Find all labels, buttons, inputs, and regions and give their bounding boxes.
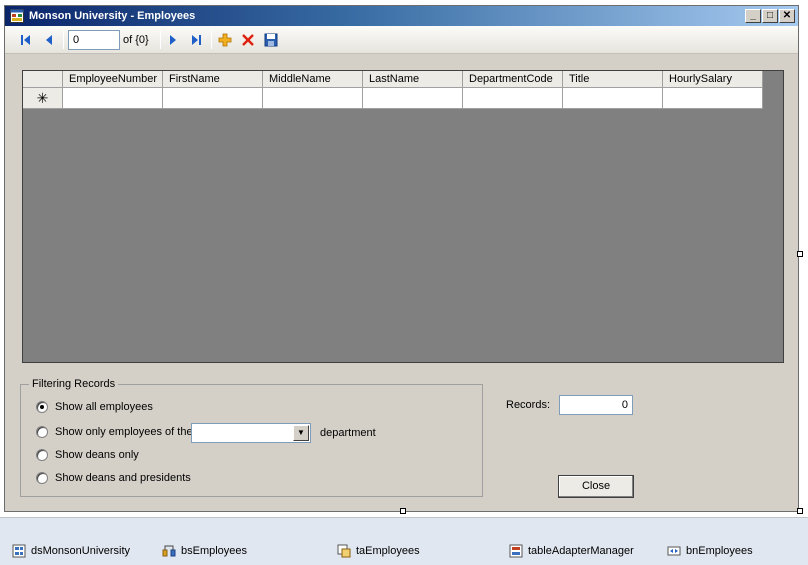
delete-icon[interactable] — [239, 31, 257, 49]
department-label: department — [320, 427, 376, 439]
resize-handle[interactable] — [400, 508, 406, 514]
tray-item-binding-navigator[interactable]: bnEmployees — [667, 544, 753, 558]
tray-item-dataset[interactable]: dsMonsonUniversity — [12, 544, 130, 558]
tray-item-label: taEmployees — [356, 545, 420, 557]
save-icon[interactable] — [262, 31, 280, 49]
radio-indicator[interactable] — [36, 426, 48, 438]
radio-show-department[interactable]: Show only employees of the — [36, 426, 193, 438]
records-textbox[interactable]: 0 — [559, 395, 633, 415]
radio-indicator[interactable] — [36, 401, 48, 413]
column-header[interactable]: HourlySalary — [663, 71, 763, 88]
column-header[interactable]: Title — [563, 71, 663, 88]
tray-item-binding-source[interactable]: bsEmployees — [162, 544, 247, 558]
group-legend: Filtering Records — [29, 378, 119, 390]
radio-label: Show deans and presidents — [55, 472, 191, 484]
tray-item-label: bnEmployees — [686, 545, 753, 557]
maximize-button[interactable]: □ — [762, 9, 778, 23]
window-title: Monson University - Employees — [29, 10, 196, 22]
resize-handle[interactable] — [797, 251, 803, 257]
grid-cell[interactable] — [363, 88, 463, 109]
column-header[interactable]: EmployeeNumber — [63, 71, 163, 88]
form-icon — [10, 9, 24, 23]
radio-show-deans[interactable]: Show deans only — [36, 449, 139, 461]
tray-item-label: tableAdapterManager — [528, 545, 634, 557]
move-previous-icon[interactable] — [40, 31, 58, 49]
dataset-icon — [12, 544, 26, 558]
binding-navigator: 0 of {0} — [5, 26, 798, 54]
dropdown-arrow-icon[interactable]: ▼ — [293, 425, 309, 441]
radio-indicator[interactable] — [36, 472, 48, 484]
column-header[interactable]: DepartmentCode — [463, 71, 563, 88]
tray-item-table-adapter[interactable]: taEmployees — [337, 544, 420, 558]
add-new-icon[interactable] — [216, 31, 234, 49]
column-header[interactable]: FirstName — [163, 71, 263, 88]
tray-item-label: dsMonsonUniversity — [31, 545, 131, 557]
column-header[interactable]: LastName — [363, 71, 463, 88]
employees-datagrid[interactable]: EmployeeNumber FirstName MiddleName Last… — [22, 70, 784, 363]
toolbar-separator — [160, 31, 161, 49]
radio-show-all[interactable]: Show all employees — [36, 401, 153, 413]
design-surface: Monson University - Employees _ □ ✕ 0 of… — [0, 0, 808, 517]
close-window-button[interactable]: ✕ — [779, 9, 795, 23]
grid-cell[interactable] — [63, 88, 163, 109]
move-last-icon[interactable] — [187, 31, 205, 49]
form-window: Monson University - Employees _ □ ✕ 0 of… — [4, 5, 799, 512]
filtering-groupbox: Filtering Records Show all employees Sho… — [20, 378, 483, 497]
grid-cell[interactable] — [463, 88, 563, 109]
toolbar-separator — [63, 31, 64, 49]
binding-source-icon — [162, 545, 176, 557]
position-textbox[interactable]: 0 — [68, 30, 120, 50]
records-label: Records: — [506, 399, 551, 411]
grid-header: EmployeeNumber FirstName MiddleName Last… — [23, 71, 763, 88]
minimize-button[interactable]: _ — [745, 9, 761, 23]
column-header[interactable]: MiddleName — [263, 71, 363, 88]
new-row[interactable]: ✳ — [23, 88, 763, 109]
table-adapter-icon — [337, 544, 351, 558]
table-adapter-manager-icon — [509, 544, 523, 558]
resize-handle[interactable] — [797, 508, 803, 514]
row-header-corner[interactable] — [23, 71, 63, 88]
radio-label: Show only employees of the — [55, 426, 193, 438]
radio-label: Show all employees — [55, 401, 153, 413]
department-combobox[interactable]: ▼ — [191, 423, 311, 443]
tray-item-table-adapter-manager[interactable]: tableAdapterManager — [509, 544, 634, 558]
radio-indicator[interactable] — [36, 449, 48, 461]
grid-cell[interactable] — [263, 88, 363, 109]
count-label: of {0} — [123, 34, 149, 46]
component-tray: dsMonsonUniversity bsEmployees taEmploye… — [0, 517, 808, 565]
move-first-icon[interactable] — [17, 31, 35, 49]
move-next-icon[interactable] — [164, 31, 182, 49]
grid-cell[interactable] — [163, 88, 263, 109]
radio-label: Show deans only — [55, 449, 139, 461]
title-bar[interactable]: Monson University - Employees _ □ ✕ — [5, 6, 798, 26]
tray-item-label: bsEmployees — [181, 545, 248, 557]
radio-show-deans-presidents[interactable]: Show deans and presidents — [36, 472, 191, 484]
toolbar-separator — [211, 31, 212, 49]
grid-cell[interactable] — [663, 88, 763, 109]
grid-cell[interactable] — [563, 88, 663, 109]
close-button[interactable]: Close — [558, 475, 634, 498]
binding-navigator-icon — [667, 546, 681, 556]
new-row-marker: ✳ — [23, 88, 63, 109]
